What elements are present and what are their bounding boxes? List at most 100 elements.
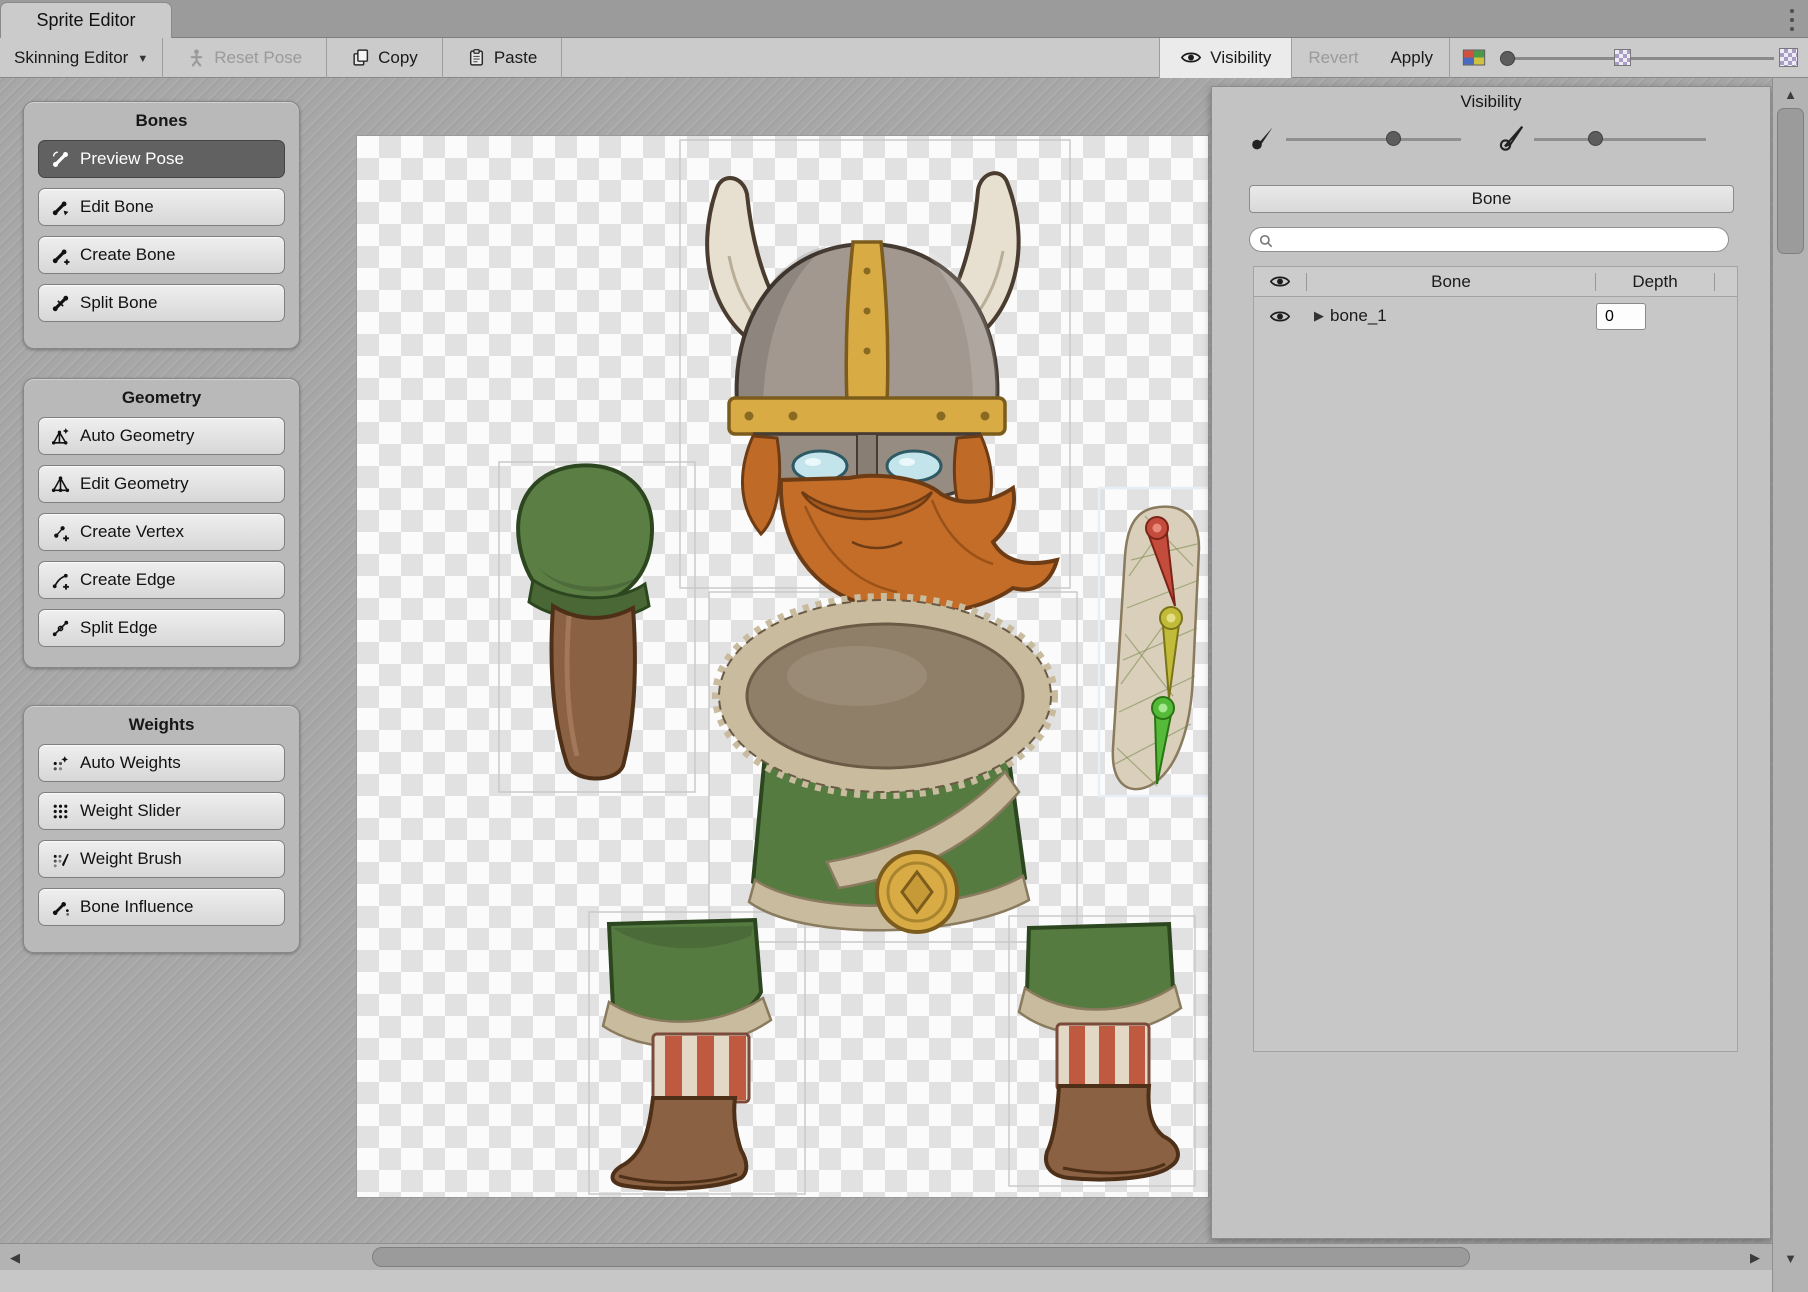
bone-row-label: bone_1 [1330, 306, 1387, 326]
bone-influence-button[interactable]: Bone Influence [38, 888, 285, 926]
opacity-slider[interactable] [1498, 38, 1798, 78]
sprite-mitten-arm[interactable] [518, 465, 652, 778]
scroll-left-arrow[interactable]: ◀ [2, 1244, 28, 1271]
texture-checker-swatch[interactable] [1779, 48, 1798, 67]
bone-tab-label: Bone [1472, 189, 1512, 209]
texture-checker-swatch[interactable] [1614, 49, 1631, 66]
create-vertex-label: Create Vertex [80, 522, 184, 542]
sprite-head[interactable] [707, 173, 1057, 613]
bone-size-slider-track[interactable] [1286, 138, 1461, 141]
weights-tool-group: Weights Auto Weights Weight Slider Weigh… [23, 705, 300, 953]
reset-pose-button[interactable]: Reset Pose [163, 38, 326, 78]
create-edge-label: Create Edge [80, 570, 175, 590]
scroll-up-arrow[interactable]: ▲ [1773, 82, 1808, 106]
main-toolbar: Skinning Editor ▼ Reset Pose Copy Paste … [0, 38, 1808, 78]
sprite-sheet-swatch-button[interactable] [1450, 49, 1498, 66]
search-icon [1258, 233, 1274, 249]
bone-edit-icon [51, 198, 70, 217]
copy-button[interactable]: Copy [327, 38, 442, 78]
sprite-torso[interactable] [719, 600, 1051, 932]
sprite-canvas[interactable] [357, 136, 1208, 1197]
tab-sprite-editor[interactable]: Sprite Editor [0, 2, 172, 38]
sprite-sheet [357, 136, 1208, 1197]
bone-icon [51, 150, 70, 169]
bone-influence-label: Bone Influence [80, 897, 193, 917]
vertex-add-icon [51, 523, 70, 542]
split-bone-button[interactable]: Split Bone [38, 284, 285, 322]
opacity-slider-track[interactable] [1504, 57, 1774, 60]
apply-label: Apply [1390, 48, 1433, 68]
scroll-right-arrow[interactable]: ▶ [1742, 1244, 1768, 1271]
preview-pose-button[interactable]: Preview Pose [38, 140, 285, 178]
create-vertex-button[interactable]: Create Vertex [38, 513, 285, 551]
mesh-icon [51, 475, 70, 494]
auto-geometry-label: Auto Geometry [80, 426, 194, 446]
mesh-auto-icon [51, 427, 70, 446]
weight-brush-button[interactable]: Weight Brush [38, 840, 285, 878]
bone-list-header: Bone Depth [1254, 267, 1737, 297]
apply-button[interactable]: Apply [1374, 38, 1449, 78]
split-edge-label: Split Edge [80, 618, 158, 638]
bone-column-header[interactable]: Bone [1307, 272, 1595, 292]
scroll-down-arrow[interactable]: ▼ [1773, 1246, 1808, 1270]
bone-search-field[interactable] [1249, 227, 1729, 252]
workspace: Bones Preview Pose Edit Bone Create Bone… [0, 78, 1808, 1292]
toolbar-right-group: Visibility Revert Apply [1159, 38, 1808, 78]
copy-icon [351, 48, 370, 67]
vertical-scrollbar[interactable]: ▲ ▼ [1772, 78, 1808, 1292]
create-edge-button[interactable]: Create Edge [38, 561, 285, 599]
bone-opacity-slider-handle[interactable] [1588, 131, 1603, 146]
weight-slider-label: Weight Slider [80, 801, 181, 821]
create-bone-button[interactable]: Create Bone [38, 236, 285, 274]
bottom-strip [0, 1270, 1772, 1292]
paste-label: Paste [494, 48, 537, 68]
bone-size-slider-handle[interactable] [1386, 131, 1401, 146]
depth-input[interactable] [1596, 303, 1646, 330]
depth-column-header[interactable]: Depth [1596, 272, 1714, 292]
header-eye-cell[interactable] [1254, 274, 1306, 289]
foldout-triangle-icon[interactable]: ▶ [1314, 308, 1324, 324]
window-menu-icon[interactable] [1788, 9, 1796, 31]
sprite-right-leg[interactable] [1019, 924, 1181, 1180]
bone-tab-button[interactable]: Bone [1249, 185, 1734, 213]
revert-button[interactable]: Revert [1292, 38, 1374, 78]
create-bone-label: Create Bone [80, 245, 175, 265]
reset-pose-label: Reset Pose [214, 48, 302, 68]
geometry-tool-group: Geometry Auto Geometry Edit Geometry Cre… [23, 378, 300, 668]
auto-geometry-button[interactable]: Auto Geometry [38, 417, 285, 455]
bone-opacity-slider-track[interactable] [1534, 138, 1706, 141]
mode-dropdown[interactable]: Skinning Editor ▼ [0, 38, 162, 78]
horizontal-scroll-thumb[interactable] [372, 1247, 1470, 1267]
bones-tool-group: Bones Preview Pose Edit Bone Create Bone… [23, 101, 300, 349]
preview-pose-label: Preview Pose [80, 149, 184, 169]
sprite-arm-selected[interactable] [1099, 488, 1208, 796]
weights-grid-icon [51, 802, 70, 821]
paste-button[interactable]: Paste [443, 38, 561, 78]
weights-brush-icon [51, 850, 70, 869]
auto-weights-button[interactable]: Auto Weights [38, 744, 285, 782]
bone-row[interactable]: ▶ bone_1 [1254, 299, 1737, 333]
sprite-left-leg[interactable] [603, 920, 771, 1189]
visibility-toggle-button[interactable]: Visibility [1159, 38, 1292, 78]
row-visibility-toggle[interactable] [1254, 309, 1306, 324]
edit-geometry-button[interactable]: Edit Geometry [38, 465, 285, 503]
bone-add-icon [51, 246, 70, 265]
column-divider [1714, 273, 1715, 291]
revert-label: Revert [1308, 48, 1358, 68]
horizontal-scrollbar[interactable]: ◀ ▶ [0, 1243, 1772, 1270]
window-tab-bar: Sprite Editor [0, 0, 1808, 38]
bone-solid-icon [1250, 123, 1278, 151]
visibility-toggle-label: Visibility [1210, 48, 1271, 68]
search-input[interactable] [1278, 229, 1718, 250]
vertical-scroll-thumb[interactable] [1777, 108, 1804, 254]
edit-bone-button[interactable]: Edit Bone [38, 188, 285, 226]
visibility-panel: Visibility Bone Bone Depth [1211, 86, 1771, 1239]
auto-weights-label: Auto Weights [80, 753, 181, 773]
bone-outline-icon [1498, 122, 1528, 152]
paste-icon [467, 48, 486, 67]
opacity-slider-handle[interactable] [1500, 51, 1515, 66]
split-edge-button[interactable]: Split Edge [38, 609, 285, 647]
pose-person-icon [187, 48, 206, 67]
weight-slider-button[interactable]: Weight Slider [38, 792, 285, 830]
weight-brush-label: Weight Brush [80, 849, 182, 869]
